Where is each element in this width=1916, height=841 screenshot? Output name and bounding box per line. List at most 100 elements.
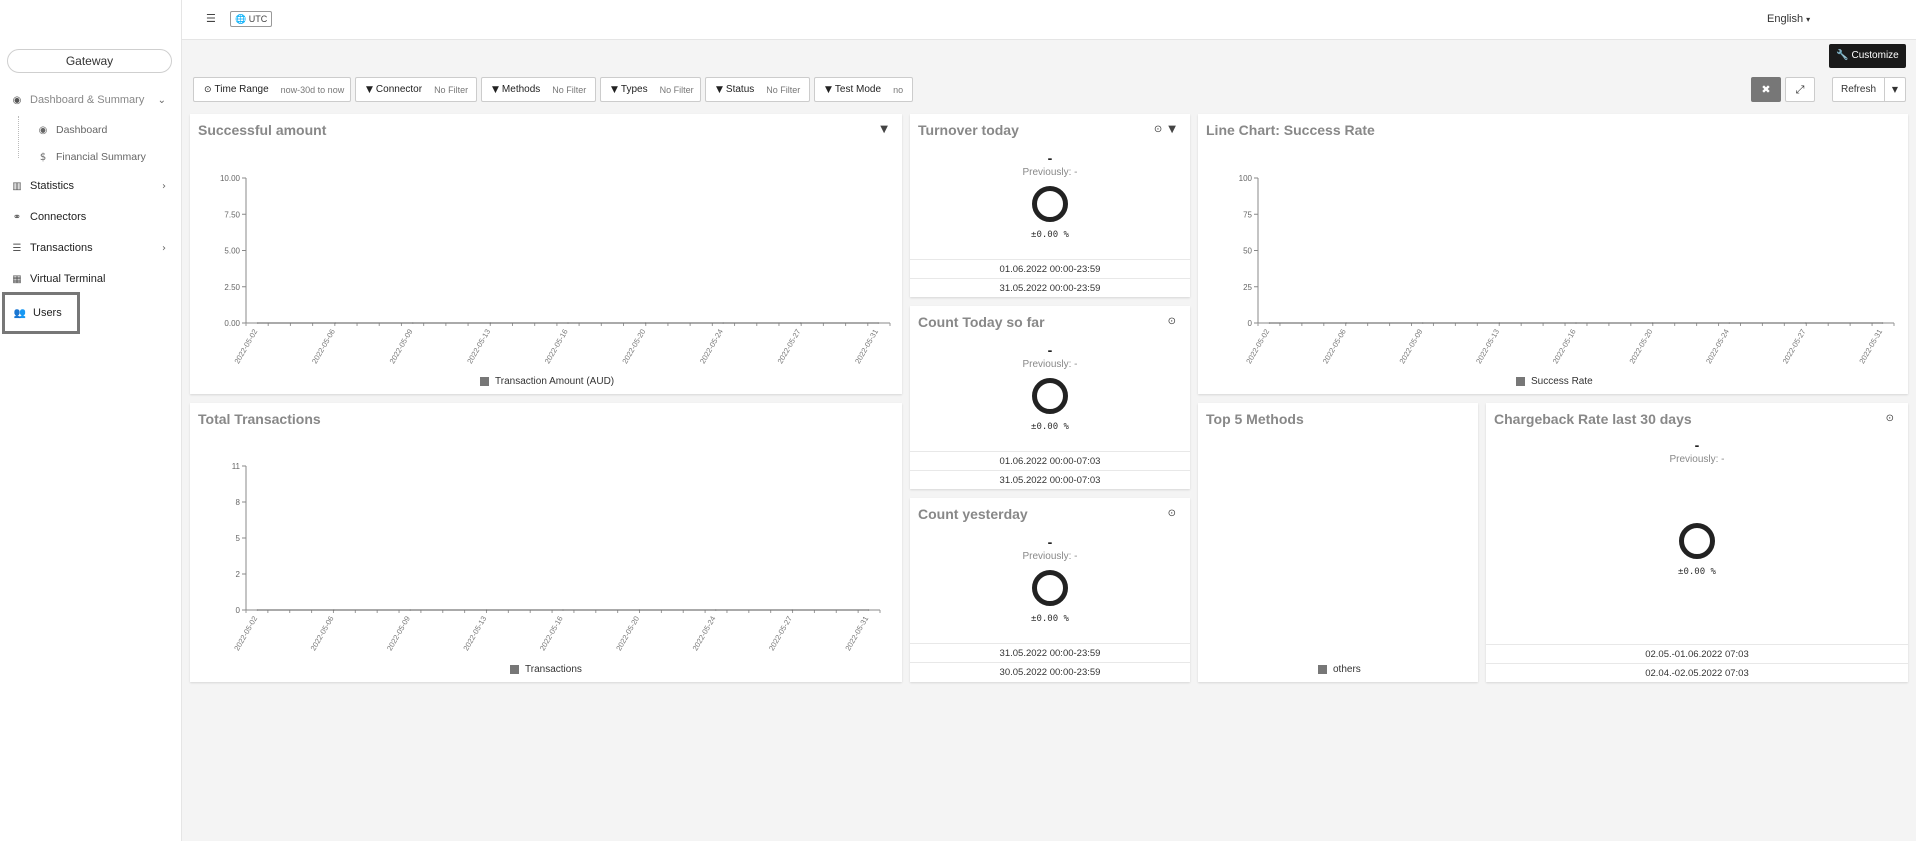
clear-filters-button[interactable]: ✖ [1751, 77, 1781, 102]
y-tick-label: 2 [236, 570, 241, 579]
filter-time-range[interactable]: ⊙ Time Range now-30d to now [193, 77, 351, 102]
clock-icon[interactable]: ⊙ [1168, 316, 1182, 327]
filter-bar: ⊙ Time Range now-30d to now ▼ Connector … [193, 77, 913, 102]
menu-toggle-icon[interactable]: ☰ [206, 12, 216, 25]
panel-total-transactions: Total Transactions 0 2 5 8 11 2022-05-02 2022-… [190, 403, 902, 682]
stat-change: ±0.00 % [1678, 567, 1716, 577]
y-tick-label: 7.50 [224, 210, 240, 219]
data-point [412, 322, 414, 324]
date-range-current: 02.05.-01.06.2022 07:03 [1486, 644, 1908, 663]
x-tick-label: 2022-05-27 [767, 615, 794, 653]
data-point [867, 609, 870, 611]
chevron-down-icon: ⌄ [157, 94, 166, 106]
clock-icon[interactable]: ⊙ [1168, 508, 1182, 519]
data-point [256, 322, 259, 324]
x-tick-label: 2022-05-13 [465, 328, 492, 366]
data-point [1421, 322, 1424, 324]
filter-value: No Filter [766, 84, 801, 95]
legend-swatch [480, 377, 489, 386]
clock-icon[interactable]: ⊙ [1154, 124, 1168, 135]
link-icon: ⚭ [12, 211, 22, 223]
filter-types[interactable]: ▼ Types No Filter [600, 77, 701, 102]
stat-value: - [1694, 437, 1700, 453]
fullscreen-button[interactable]: ⤢ [1785, 77, 1815, 102]
y-tick-label: 10.00 [220, 174, 241, 183]
data-point [334, 322, 337, 324]
x-tick-label: 2022-05-16 [543, 328, 570, 366]
total-transactions-chart: 0 2 5 8 11 2022-05-02 2022-05-06 2022-05-09 2022… [232, 462, 881, 653]
y-tick-label: 0 [236, 606, 241, 615]
brand-button[interactable]: Gateway [7, 49, 172, 73]
data-point [1805, 322, 1807, 324]
x-tick-label: 2022-05-20 [614, 615, 641, 653]
panel-title: Chargeback Rate last 30 days [1494, 411, 1692, 427]
data-point [1268, 322, 1271, 324]
sidebar-item-label: Virtual Terminal [30, 273, 106, 285]
caret-down-icon: ▾ [1806, 15, 1811, 24]
sidebar-item-users[interactable]: 👥 Users [2, 292, 80, 334]
data-point [799, 322, 802, 324]
x-tick-label: 2022-05-02 [232, 615, 259, 653]
stat-previous: Previously: - [1669, 454, 1725, 465]
sidebar-item-connectors[interactable]: ⚭ Connectors [0, 205, 182, 229]
sidebar-item-statistics[interactable]: ▥ Statistics › [0, 174, 182, 198]
refresh-button[interactable]: Refresh [1832, 77, 1885, 102]
date-range-current: 01.06.2022 00:00-23:59 [910, 259, 1190, 278]
filter-icon[interactable]: ▼ [1168, 124, 1182, 135]
sidebar-item-dashboard-summary[interactable]: ◉ Dashboard & Summary ⌄ [0, 88, 182, 112]
customize-button[interactable]: 🔧 Customize [1829, 44, 1906, 68]
legend-swatch [1516, 377, 1525, 386]
calculator-icon: ▦ [12, 273, 22, 285]
sidebar-item-transactions[interactable]: ☰ Transactions › [0, 236, 182, 260]
panel-title: Turnover today [918, 122, 1019, 138]
data-point [877, 322, 880, 324]
y-tick-label: 75 [1243, 210, 1252, 219]
sidebar-item-financial-summary[interactable]: $ Financial Summary [16, 146, 146, 168]
y-tick-label: 8 [236, 498, 241, 507]
filter-label: Status [725, 84, 755, 95]
legend-label: Success Rate [1531, 376, 1593, 387]
dashboard-icon: ◉ [38, 124, 48, 136]
sidebar-item-virtual-terminal[interactable]: ▦ Virtual Terminal [0, 267, 182, 291]
stat-previous: Previously: - [1022, 359, 1078, 370]
chart-legend[interactable]: Success Rate [1516, 376, 1593, 387]
legend-swatch [1318, 665, 1327, 674]
sidebar-item-label: Users [33, 307, 62, 319]
timezone-badge[interactable]: 🌐 UTC [230, 11, 273, 27]
dollar-icon: $ [39, 151, 47, 163]
y-tick-label: 25 [1243, 283, 1252, 292]
data-point [1345, 322, 1347, 324]
close-icon: ✖ [1761, 83, 1771, 96]
filter-methods[interactable]: ▼ Methods No Filter [481, 77, 596, 102]
filter-value: No Filter [552, 84, 587, 95]
donut-ring [1032, 570, 1068, 606]
filter-value: now-30d to now [280, 84, 345, 95]
x-tick-label: 2022-05-06 [309, 615, 336, 653]
data-point [1651, 322, 1654, 324]
date-range-previous: 31.05.2022 00:00-23:59 [910, 278, 1190, 297]
filter-value: No Filter [659, 84, 694, 95]
sidebar-item-label: Dashboard [56, 124, 108, 136]
x-tick-label: 2022-05-27 [776, 328, 803, 366]
panel-title: Count yesterday [918, 506, 1028, 522]
panel-line-success-rate: Line Chart: Success Rate 0 25 50 75 100 2022-… [1198, 114, 1908, 394]
data-point [562, 609, 564, 611]
filter-icon: ▼ [825, 84, 832, 95]
panel-chargeback-rate: Chargeback Rate last 30 days ⊙ - Previou… [1486, 403, 1908, 682]
clock-icon: ⊙ [204, 84, 212, 95]
chart-legend[interactable]: others [1318, 664, 1361, 675]
language-selector[interactable]: English ▾ [1767, 13, 1810, 25]
filter-test-mode[interactable]: ▼ Test Mode no [814, 77, 913, 102]
refresh-options-button[interactable]: ▼ [1884, 77, 1906, 102]
chevron-right-icon: › [162, 242, 166, 254]
y-tick-label: 100 [1239, 174, 1253, 183]
y-tick-label: 5 [236, 534, 241, 543]
clock-icon[interactable]: ⊙ [1886, 413, 1900, 424]
sidebar-item-dashboard[interactable]: ◉ Dashboard [16, 119, 108, 141]
chart-legend[interactable]: Transactions [510, 664, 582, 675]
filter-status[interactable]: ▼ Status No Filter [705, 77, 810, 102]
stat-value: - [1047, 342, 1053, 358]
chart-legend[interactable]: Transaction Amount (AUD) [480, 376, 614, 387]
filter-connector[interactable]: ▼ Connector No Filter [355, 77, 477, 102]
x-tick-label: 2022-05-02 [1244, 328, 1271, 366]
